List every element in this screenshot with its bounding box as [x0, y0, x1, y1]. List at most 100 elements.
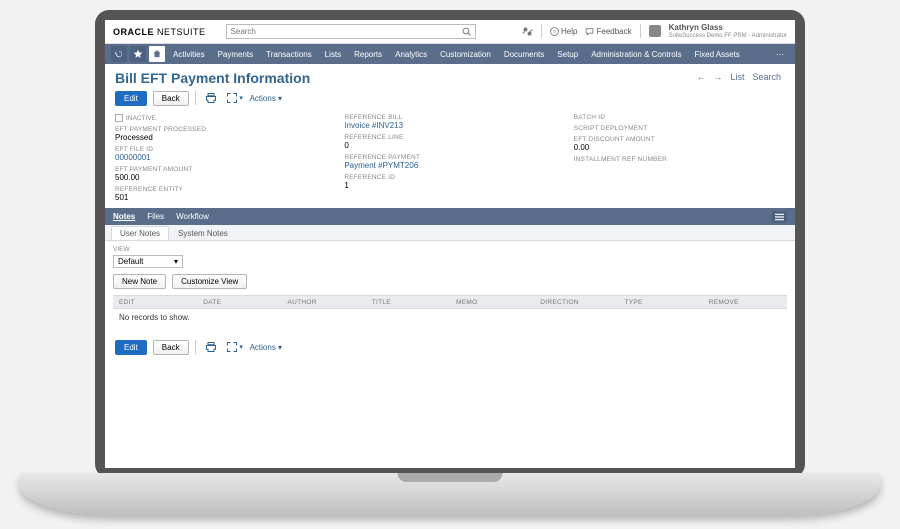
- expand-icon-footer[interactable]: ▾: [226, 339, 244, 355]
- nav-more-icon[interactable]: ⋯: [771, 47, 789, 62]
- view-value: Default: [118, 257, 143, 266]
- new-note-button[interactable]: New Note: [113, 274, 166, 289]
- field-value: 501: [115, 193, 326, 202]
- field-label: EFT DISCOUNT AMOUNT: [574, 136, 785, 143]
- actions-menu[interactable]: Actions ▾: [250, 94, 282, 103]
- divider: [541, 24, 542, 38]
- customize-view-button[interactable]: Customize View: [172, 274, 247, 289]
- subtab-user-notes[interactable]: User Notes: [111, 226, 169, 240]
- field-label: REFERENCE BILL: [344, 114, 555, 121]
- brand-thin: NETSUITE: [157, 27, 206, 37]
- main-nav: Activities Payments Transactions Lists R…: [105, 44, 795, 64]
- field-link[interactable]: Invoice #INV213: [344, 121, 555, 130]
- search-icon[interactable]: [462, 27, 471, 36]
- col-direction[interactable]: DIRECTION: [534, 299, 618, 306]
- notes-panel: VIEW Default ▾ New Note Customize View E…: [105, 241, 795, 331]
- topbar: ORACLE NETSUITE ? Help: [105, 20, 795, 44]
- tab-files[interactable]: Files: [147, 212, 164, 221]
- search-input[interactable]: [231, 27, 462, 36]
- home-icon[interactable]: [149, 46, 165, 62]
- subtab-system-notes[interactable]: System Notes: [169, 226, 237, 240]
- back-button[interactable]: Back: [153, 91, 189, 106]
- list-link[interactable]: List: [730, 72, 744, 82]
- divider: [195, 340, 196, 354]
- field-link[interactable]: 00000001: [115, 153, 326, 162]
- field-value: 0: [344, 141, 555, 150]
- col-title[interactable]: TITLE: [366, 299, 450, 306]
- view-select[interactable]: Default ▾: [113, 255, 183, 268]
- col-edit[interactable]: EDIT: [113, 299, 197, 306]
- page-header: Bill EFT Payment Information Edit Back ▾…: [105, 64, 795, 110]
- print-icon-footer[interactable]: [202, 339, 220, 355]
- user-info[interactable]: Kathryn Glass SuiteSuccess Demo FF PRM -…: [669, 24, 787, 39]
- nav-customization[interactable]: Customization: [435, 47, 496, 62]
- field-label: BATCH ID: [574, 114, 785, 121]
- nav-transactions[interactable]: Transactions: [261, 47, 317, 62]
- tab-notes[interactable]: Notes: [113, 212, 135, 221]
- field-label: EFT FILE ID: [115, 146, 326, 153]
- field-label: EFT PAYMENT PROCESSED: [115, 126, 326, 133]
- action-bar: Edit Back ▾ Actions ▾: [115, 90, 785, 106]
- subtab-menu-icon[interactable]: [772, 211, 787, 223]
- help-link[interactable]: ? Help: [550, 27, 577, 36]
- col-date[interactable]: DATE: [197, 299, 281, 306]
- field-value: 500.00: [115, 173, 326, 182]
- favorite-icon[interactable]: [130, 46, 146, 62]
- nav-fixed-assets[interactable]: Fixed Assets: [689, 47, 744, 62]
- fields-col-2: REFERENCE BILLInvoice #INV213 REFERENCE …: [344, 114, 555, 202]
- notes-table-head: EDIT DATE AUTHOR TITLE MEMO DIRECTION TY…: [113, 295, 787, 309]
- fields-col-3: BATCH ID SCRIPT DEPLOYMENT EFT DISCOUNT …: [574, 114, 785, 202]
- brand-logo: ORACLE NETSUITE: [113, 27, 206, 37]
- actions-menu-footer[interactable]: Actions ▾: [250, 343, 282, 352]
- chevron-down-icon: ▾: [174, 257, 178, 266]
- topbar-right: ? Help Feedback Kathryn Glass SuiteSucce…: [522, 24, 787, 39]
- history-icon[interactable]: [111, 46, 127, 62]
- role-switch-icon[interactable]: [522, 26, 533, 37]
- user-name: Kathryn Glass: [669, 24, 787, 33]
- nav-lists[interactable]: Lists: [320, 47, 346, 62]
- edit-button[interactable]: Edit: [115, 91, 147, 106]
- nav-documents[interactable]: Documents: [499, 47, 549, 62]
- user-role: SuiteSuccess Demo FF PRM - Administrator: [669, 33, 787, 40]
- col-author[interactable]: AUTHOR: [282, 299, 366, 306]
- footer-action-bar: Edit Back ▾ Actions ▾: [105, 331, 795, 363]
- col-type[interactable]: TYPE: [619, 299, 703, 306]
- nav-admin[interactable]: Administration & Controls: [586, 47, 686, 62]
- back-button-footer[interactable]: Back: [153, 340, 189, 355]
- edit-button-footer[interactable]: Edit: [115, 340, 147, 355]
- nav-setup[interactable]: Setup: [552, 47, 583, 62]
- print-icon[interactable]: [202, 90, 220, 106]
- field-label: REFERENCE LINE: [344, 134, 555, 141]
- col-remove[interactable]: REMOVE: [703, 299, 787, 306]
- tab-workflow[interactable]: Workflow: [176, 212, 209, 221]
- user-avatar-icon[interactable]: [649, 25, 661, 37]
- brand-bold: ORACLE: [113, 27, 154, 37]
- col-memo[interactable]: MEMO: [450, 299, 534, 306]
- feedback-link[interactable]: Feedback: [585, 27, 631, 36]
- prev-arrow-icon[interactable]: ←: [696, 72, 705, 82]
- nav-payments[interactable]: Payments: [213, 47, 259, 62]
- field-value: 1: [344, 181, 555, 190]
- feedback-label: Feedback: [596, 27, 631, 36]
- help-label: Help: [561, 27, 577, 36]
- nav-activities[interactable]: Activities: [168, 47, 210, 62]
- nav-analytics[interactable]: Analytics: [390, 47, 432, 62]
- notes-empty: No records to show.: [113, 309, 787, 326]
- next-arrow-icon[interactable]: →: [713, 72, 722, 82]
- divider: [640, 24, 641, 38]
- field-label: REFERENCE ID: [344, 174, 555, 181]
- field-label: REFERENCE PAYMENT: [344, 154, 555, 161]
- page-header-right: ← → List Search: [696, 72, 781, 82]
- field-label: INSTALLMENT REF NUMBER: [574, 156, 785, 163]
- expand-icon[interactable]: ▾: [226, 90, 244, 106]
- divider: [195, 91, 196, 105]
- field-label: SCRIPT DEPLOYMENT: [574, 125, 785, 132]
- global-search[interactable]: [226, 24, 476, 39]
- view-label: VIEW: [113, 246, 787, 253]
- notes-subtabs: User Notes System Notes: [105, 225, 795, 241]
- field-link[interactable]: Payment #PYMT206: [344, 161, 555, 170]
- search-link[interactable]: Search: [752, 72, 781, 82]
- nav-reports[interactable]: Reports: [349, 47, 387, 62]
- field-label: EFT PAYMENT AMOUNT: [115, 166, 326, 173]
- inactive-checkbox[interactable]: INACTIVE: [115, 114, 326, 122]
